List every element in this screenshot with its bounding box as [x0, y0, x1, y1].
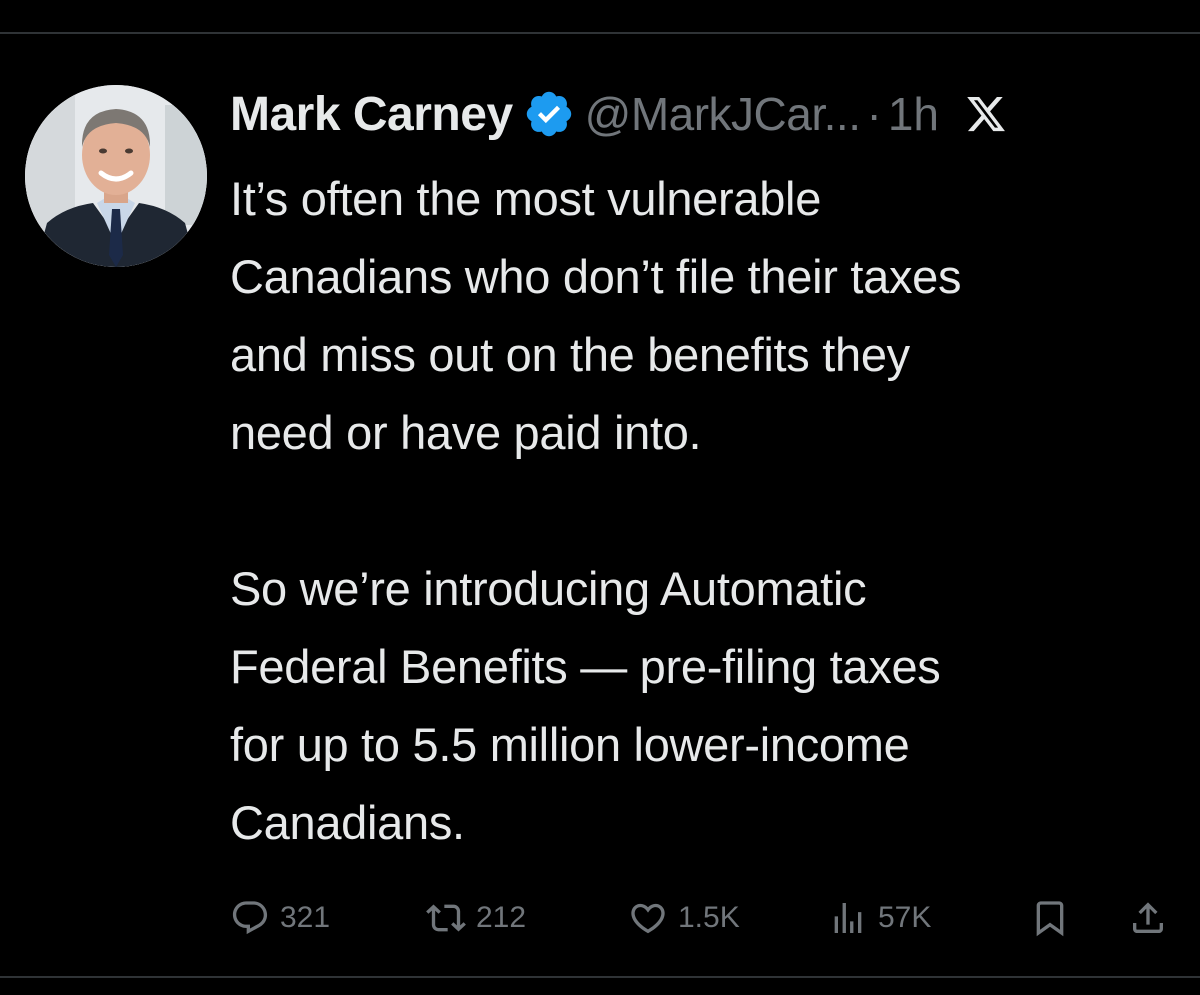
verified-badge-icon[interactable]: [523, 88, 575, 140]
like-count: 1.5K: [678, 901, 740, 934]
share-button[interactable]: [1128, 892, 1178, 944]
tweet-paragraph-1: It’s often the most vulnerable Canadians…: [230, 172, 962, 459]
like-button[interactable]: 1.5K: [628, 892, 740, 944]
timestamp[interactable]: 1h: [888, 87, 939, 141]
x-logo-icon: [965, 93, 1007, 135]
views-button[interactable]: 57K: [828, 892, 931, 944]
repost-button[interactable]: 212: [426, 892, 526, 944]
tweet-text: It’s often the most vulnerable Canadians…: [230, 160, 1180, 862]
repost-count: 212: [476, 901, 527, 934]
separator-dot: ·: [866, 88, 882, 140]
author-handle[interactable]: @MarkJCar...: [585, 87, 861, 141]
reply-button[interactable]: 321: [230, 892, 330, 944]
tweet-header: Mark Carney @MarkJCar... · 1h: [230, 83, 1180, 145]
views-count: 57K: [878, 901, 932, 934]
reply-icon: [232, 901, 268, 935]
share-icon: [1133, 902, 1163, 933]
avatar-photo: [25, 85, 207, 267]
display-name[interactable]: Mark Carney: [230, 87, 513, 142]
bookmark-button[interactable]: [1030, 892, 1080, 944]
bookmark-icon: [1036, 901, 1064, 937]
tweet-paragraph-2: So we’re introducing Automatic Federal B…: [230, 562, 941, 849]
views-icon: [834, 903, 862, 933]
action-bar: 321 212 1.5K 57K: [230, 892, 1175, 944]
top-divider: [0, 32, 1200, 34]
bottom-divider: [0, 976, 1200, 978]
heart-icon: [631, 903, 665, 934]
repost-icon: [426, 904, 466, 932]
avatar[interactable]: [25, 85, 207, 267]
reply-count: 321: [280, 901, 331, 934]
